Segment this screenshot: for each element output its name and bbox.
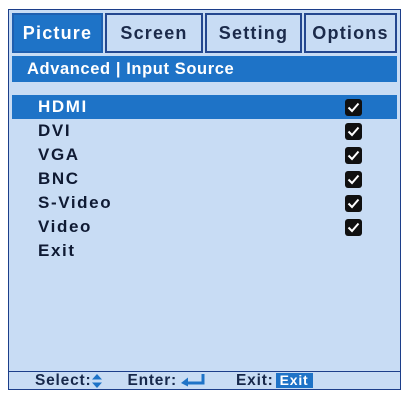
item-label: HDMI bbox=[38, 97, 88, 116]
list-item-hdmi[interactable]: HDMI bbox=[12, 95, 397, 119]
list-item-vga[interactable]: VGA bbox=[12, 143, 397, 167]
tab-screen[interactable]: Screen bbox=[105, 13, 203, 53]
up-down-arrows-icon bbox=[91, 373, 103, 388]
osd-menu: Picture Screen Setting Options Advanced … bbox=[8, 9, 401, 390]
tab-label: Screen bbox=[120, 22, 188, 43]
item-label: VGA bbox=[38, 145, 80, 164]
tab-label: Setting bbox=[218, 22, 289, 43]
list-item-s-video[interactable]: S-Video bbox=[12, 191, 397, 215]
menu-tabs: Picture Screen Setting Options bbox=[12, 13, 397, 53]
list-item-exit[interactable]: Exit bbox=[12, 239, 397, 263]
item-label: S-Video bbox=[38, 193, 113, 212]
list-item-dvi[interactable]: DVI bbox=[12, 119, 397, 143]
list-item-video[interactable]: Video bbox=[12, 215, 397, 239]
tab-picture[interactable]: Picture bbox=[12, 13, 103, 53]
list-item-bnc[interactable]: BNC bbox=[12, 167, 397, 191]
item-label: BNC bbox=[38, 169, 80, 188]
item-label: Exit bbox=[38, 241, 76, 260]
exit-label: Exit: bbox=[236, 371, 274, 389]
enter-hint: Enter: bbox=[127, 372, 206, 390]
footer-hints: Select: Enter: Exit: Exit bbox=[9, 371, 400, 389]
checkbox-checked-icon[interactable] bbox=[345, 99, 362, 116]
exit-hint: Exit: Exit bbox=[236, 371, 313, 390]
item-label: Video bbox=[38, 217, 92, 236]
checkbox-checked-icon[interactable] bbox=[345, 147, 362, 164]
breadcrumb: Advanced | Input Source bbox=[12, 56, 397, 82]
item-label: DVI bbox=[38, 121, 72, 140]
exit-badge[interactable]: Exit bbox=[275, 373, 313, 388]
select-hint: Select: bbox=[35, 372, 103, 390]
tab-label: Picture bbox=[22, 22, 93, 43]
checkbox-checked-icon[interactable] bbox=[345, 195, 362, 212]
checkbox-checked-icon[interactable] bbox=[345, 219, 362, 236]
enter-label: Enter: bbox=[127, 371, 178, 389]
checkbox-checked-icon[interactable] bbox=[345, 171, 362, 188]
tab-setting[interactable]: Setting bbox=[205, 13, 302, 53]
input-source-list: HDMI DVI VGA BNC S-Video Video Exit bbox=[12, 95, 397, 263]
select-label: Select: bbox=[35, 371, 92, 389]
enter-return-icon bbox=[180, 374, 206, 387]
tab-label: Options bbox=[312, 22, 389, 43]
checkbox-checked-icon[interactable] bbox=[345, 123, 362, 140]
tab-options[interactable]: Options bbox=[304, 13, 397, 53]
